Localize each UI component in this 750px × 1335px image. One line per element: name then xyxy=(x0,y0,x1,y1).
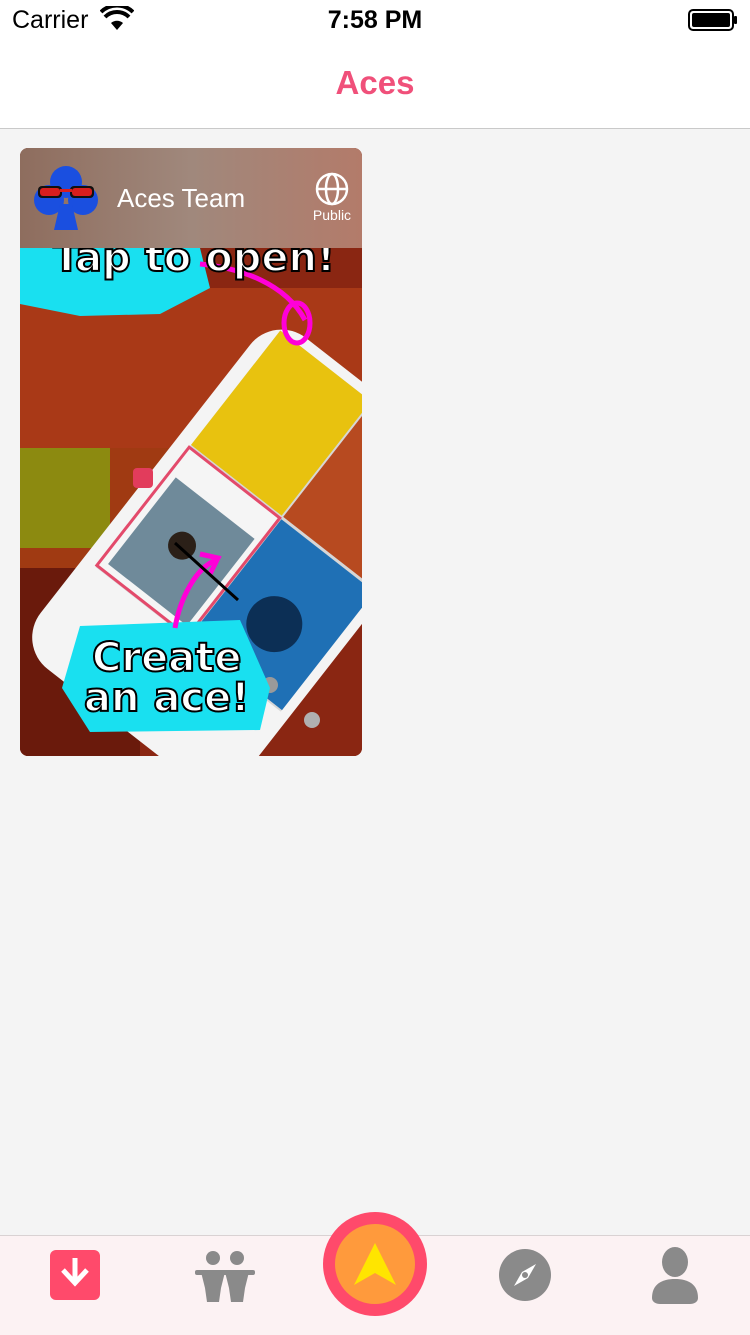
compass-icon xyxy=(499,1249,551,1301)
card-preview-image: Tap to open! Create an ace! xyxy=(20,237,362,756)
globe-icon xyxy=(315,172,349,206)
battery-icon xyxy=(688,9,737,31)
tab-bar xyxy=(0,1212,750,1335)
create-ace-icon xyxy=(354,1243,396,1285)
tab-explore[interactable] xyxy=(498,1236,552,1335)
profile-icon xyxy=(652,1247,698,1304)
tab-friends[interactable] xyxy=(195,1236,255,1335)
tab-aces[interactable] xyxy=(50,1236,102,1335)
team-name: Aces Team xyxy=(117,183,246,213)
inbox-down-icon xyxy=(50,1250,100,1300)
friends-icon xyxy=(195,1251,255,1302)
tab-profile[interactable] xyxy=(650,1236,700,1335)
tab-create-ace[interactable] xyxy=(323,1212,427,1316)
visibility-label: Public xyxy=(312,207,352,223)
navigation-bar: Aces xyxy=(0,40,750,129)
clock-time: 7:58 PM xyxy=(327,6,423,34)
status-bar: Carrier 7:58 PM xyxy=(0,0,750,40)
page-title: Aces xyxy=(335,64,415,101)
card-header: Aces Team Public xyxy=(20,148,362,248)
create-ace-caption: Create an ace! xyxy=(83,635,250,721)
ace-card[interactable]: Aces Team Public Tap to open! Create an … xyxy=(20,148,362,756)
visibility-badge: Public xyxy=(310,172,354,223)
club-avatar-icon xyxy=(34,166,98,230)
